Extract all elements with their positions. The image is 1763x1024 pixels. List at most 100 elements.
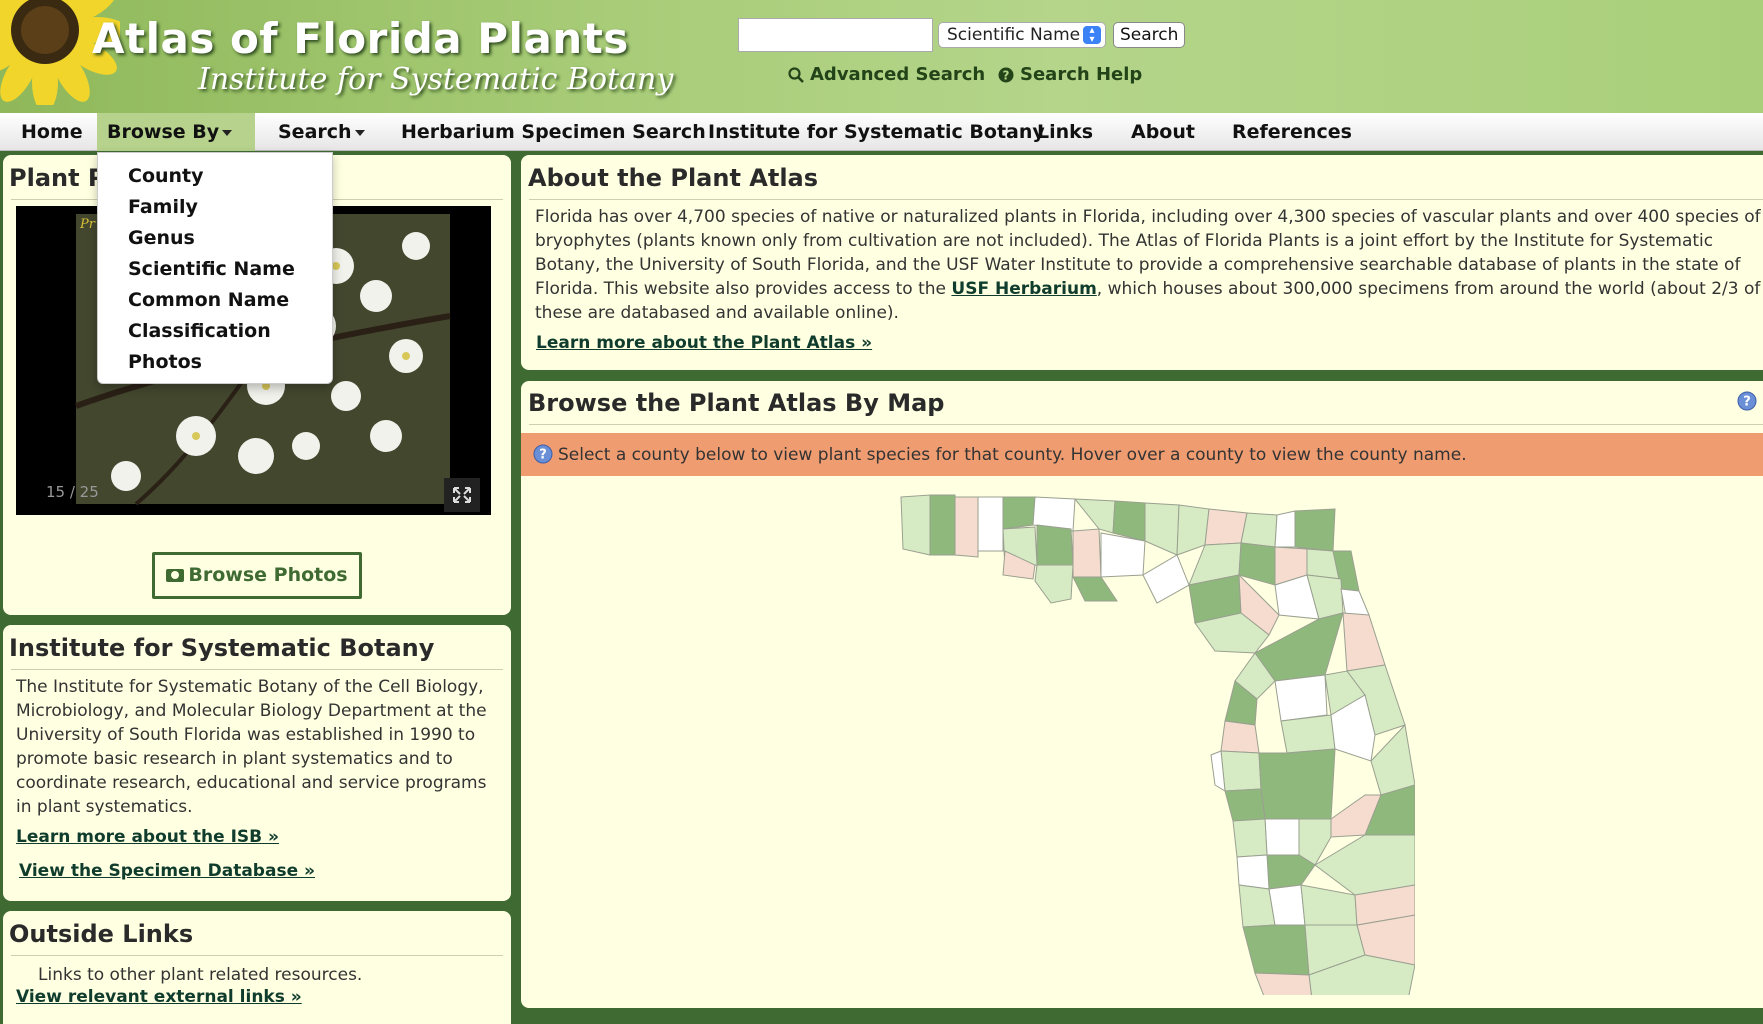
county-escambia (900, 494, 931, 556)
advanced-search-link[interactable]: Advanced Search (788, 64, 985, 85)
browse-family-item[interactable]: Family (128, 196, 198, 218)
county-polk (1258, 748, 1336, 820)
search-help-link[interactable]: ? Search Help (998, 64, 1142, 85)
county-manatee (1224, 788, 1266, 822)
county-jefferson (1144, 502, 1180, 556)
about-description: Florida has over 4,700 species of native… (535, 205, 1763, 325)
county-franklin (1072, 576, 1118, 602)
county-hendry (1268, 884, 1306, 926)
browse-scientific-name-item[interactable]: Scientific Name (128, 258, 295, 280)
divider (11, 669, 503, 670)
nav-about[interactable]: About (1121, 113, 1205, 151)
county-sumter (1280, 714, 1336, 754)
county-desoto-charlotte (1266, 854, 1316, 890)
county-okaloosa (954, 496, 979, 558)
browse-county-item[interactable]: County (128, 165, 204, 187)
outside-links-description: Links to other plant related resources. (38, 965, 363, 985)
nav-references[interactable]: References (1222, 113, 1362, 151)
browse-photos-button[interactable]: Browse Photos (152, 552, 362, 599)
county-glades (1300, 884, 1358, 926)
isb-panel: Institute for Systematic Botany The Inst… (3, 625, 511, 901)
county-wakulla (1100, 532, 1146, 578)
nav-institute[interactable]: Institute for Systematic Botany (698, 113, 1055, 151)
caret-down-icon (354, 129, 365, 136)
site-header: Atlas of Florida Plants Institute for Sy… (0, 0, 1763, 113)
county-gulf (1034, 564, 1074, 604)
nav-browse-by[interactable]: Browse By (97, 113, 255, 151)
isb-panel-title: Institute for Systematic Botany (9, 634, 435, 662)
outside-links-title: Outside Links (9, 920, 194, 948)
about-panel-title: About the Plant Atlas (528, 164, 819, 192)
county-columbia (1240, 512, 1278, 548)
search-button[interactable]: Search (1113, 22, 1186, 48)
search-type-selected: Scientific Name (947, 25, 1081, 45)
nav-herbarium-specimen-search[interactable]: Herbarium Specimen Search (391, 113, 716, 151)
nav-search[interactable]: Search (268, 113, 375, 151)
fullscreen-icon[interactable] (444, 478, 480, 512)
county-collier (1242, 924, 1310, 976)
search-input[interactable] (738, 18, 933, 52)
info-icon: ? (533, 444, 553, 464)
question-circle-icon: ? (998, 67, 1014, 82)
county-calhoun (1036, 524, 1074, 566)
county-sarasota (1232, 818, 1268, 858)
svg-text:?: ? (1743, 395, 1751, 410)
isb-description: The Institute for Systematic Botany of t… (16, 677, 487, 817)
nav-links[interactable]: Links (1027, 113, 1103, 151)
view-specimen-database-link[interactable]: View the Specimen Database » (19, 861, 315, 881)
main-nav: Home Browse By Search Herbarium Specimen… (0, 113, 1763, 151)
select-stepper-icon: ▴ ▾ (1083, 26, 1101, 45)
help-icon[interactable]: ? (1737, 391, 1757, 411)
caret-down-icon (222, 129, 233, 136)
map-instructions-text: Select a county below to view plant spec… (558, 445, 1467, 465)
county-leon (1112, 500, 1146, 542)
county-liberty (1072, 528, 1102, 578)
external-links-link[interactable]: View relevant external links » (16, 987, 302, 1007)
search-help-label: Search Help (1020, 64, 1143, 85)
magnifier-icon (788, 66, 804, 83)
county-pinellas-hillsborough (1220, 750, 1262, 792)
outside-links-panel: Outside Links Links to other plant relat… (3, 911, 511, 1024)
florida-county-map[interactable] (895, 485, 1415, 995)
photo-counter: 15 / 25 (46, 483, 99, 501)
photos-panel-title: Plant P (9, 164, 106, 192)
site-subtitle: Institute for Systematic Botany (198, 62, 674, 97)
county-holmes (1002, 496, 1036, 530)
divider (529, 199, 1763, 200)
nav-home[interactable]: Home (11, 113, 93, 151)
usf-herbarium-link[interactable]: USF Herbarium (951, 279, 1096, 299)
county-charlotte (1236, 854, 1270, 890)
browse-by-dropdown: County Family Genus Scientific Name Comm… (97, 152, 333, 384)
county-suwannee (1238, 542, 1276, 586)
county-indian-river (1370, 723, 1415, 796)
county-baker (1274, 510, 1296, 548)
browse-photos-item[interactable]: Photos (128, 351, 202, 373)
county-walton (977, 496, 1004, 552)
svg-text:?: ? (1003, 68, 1010, 82)
svg-text:?: ? (539, 448, 547, 463)
browse-photos-label: Browse Photos (188, 564, 348, 586)
browse-common-name-item[interactable]: Common Name (128, 289, 289, 311)
learn-more-plant-atlas-link[interactable]: Learn more about the Plant Atlas » (536, 333, 872, 353)
county-hamilton (1204, 508, 1248, 546)
county-gadsden (1073, 498, 1116, 534)
map-panel-title: Browse the Plant Atlas By Map (528, 389, 945, 417)
browse-genus-item[interactable]: Genus (128, 227, 195, 249)
county-hardee (1264, 818, 1300, 856)
browse-classification-item[interactable]: Classification (128, 320, 271, 342)
nav-search-label: Search (278, 121, 352, 143)
divider (529, 424, 1763, 425)
county-lake (1274, 674, 1328, 722)
search-type-select[interactable]: Scientific Name ▴ ▾ (938, 22, 1106, 48)
county-volusia (1342, 612, 1386, 672)
divider (11, 955, 503, 956)
county-taylor (1142, 554, 1190, 604)
county-pasco (1220, 720, 1260, 754)
site-title[interactable]: Atlas of Florida Plants (92, 14, 629, 63)
county-monroe-mainland (1254, 972, 1312, 995)
about-panel: About the Plant Atlas Florida has over 4… (521, 155, 1763, 370)
learn-more-isb-link[interactable]: Learn more about the ISB » (16, 827, 279, 847)
map-instructions-bar: ? Select a county below to view plant sp… (521, 433, 1763, 476)
svg-text:Pr: Pr (79, 217, 96, 232)
county-santa-rosa (929, 494, 956, 556)
